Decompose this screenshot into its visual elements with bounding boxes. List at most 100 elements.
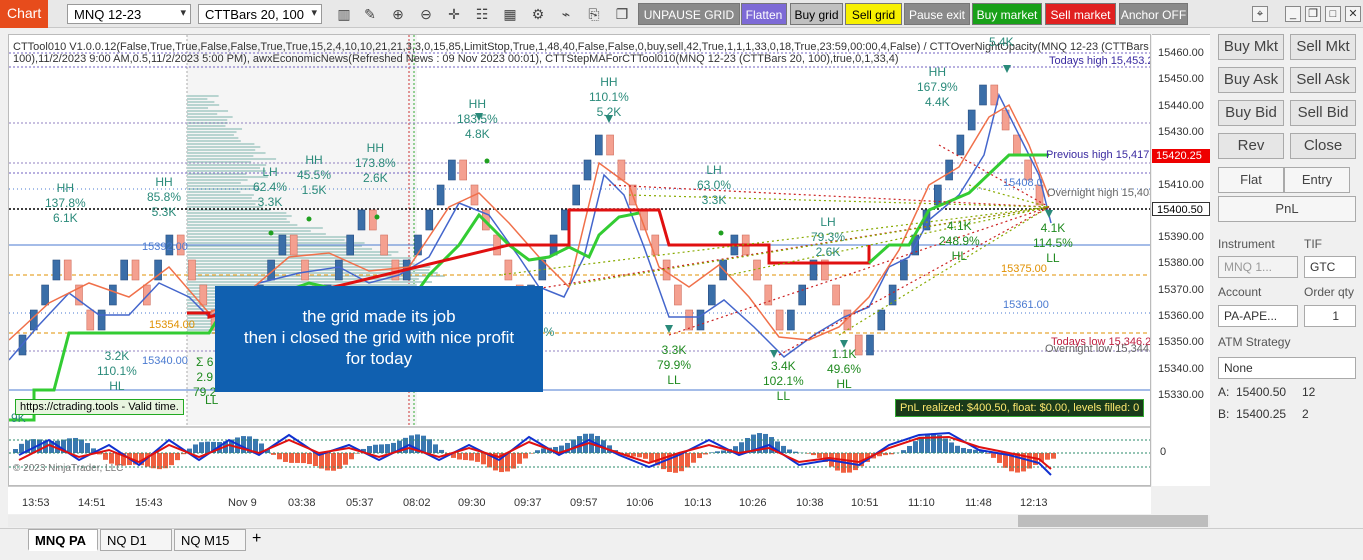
- price-tick: 15440.00: [1158, 100, 1204, 112]
- renko-down-bar: [776, 310, 783, 330]
- flatten-button[interactable]: Flatten: [741, 3, 787, 25]
- tab-nq-d1[interactable]: NQ D1: [100, 529, 172, 551]
- pivot-annotation-line: LH: [697, 163, 731, 178]
- overnight-low-label: Overnight low 15,344.5: [1045, 343, 1151, 355]
- renko-up-bar: [109, 285, 116, 305]
- tab-nq-m15[interactable]: NQ M15: [174, 529, 246, 551]
- pivot-annotation-line: 6.1K: [45, 211, 86, 226]
- renko-up-bar: [98, 310, 105, 330]
- pivot-annotation: 3.4K 102.1% LL: [763, 359, 804, 404]
- properties-icon[interactable]: ☷: [473, 5, 491, 23]
- maximize-icon[interactable]: □: [1325, 6, 1341, 22]
- chart-panel[interactable]: CTTool010 V1.0.0.12(False,True,True,Fals…: [8, 34, 1151, 486]
- close-icon[interactable]: ✕: [1345, 6, 1361, 22]
- level-15408-label: 15408.0: [1003, 177, 1043, 189]
- ctrading-link[interactable]: https://ctrading.tools - Valid time.: [15, 399, 184, 415]
- buy-grid-button[interactable]: Buy grid: [790, 3, 843, 25]
- buy-mkt-button[interactable]: Buy Mkt: [1218, 34, 1284, 60]
- pivot-annotation-line: LH: [253, 165, 287, 180]
- volume-profile-bar: [187, 137, 238, 139]
- position-entry: Entry: [1284, 167, 1350, 193]
- buy-bid-button[interactable]: Buy Bid: [1218, 100, 1284, 126]
- ask-label: A:: [1218, 385, 1229, 399]
- bars-type-selector[interactable]: CTTBars 20, 100 ▾: [198, 4, 322, 24]
- restore-icon[interactable]: ❐: [1305, 6, 1321, 22]
- sell-bid-button[interactable]: Sell Bid: [1290, 100, 1356, 126]
- scrollbar-thumb[interactable]: [1018, 515, 1208, 527]
- volume-profile-bar: [187, 143, 254, 145]
- pivot-annotation: HH 167.9% 4.4K: [917, 65, 958, 110]
- anchor-off-button[interactable]: Anchor OFF: [1119, 3, 1188, 25]
- volume-profile-bar: [187, 179, 248, 181]
- pivot-annotation: HH 45.5% 1.5K: [297, 153, 331, 198]
- price-tick: 15450.00: [1158, 73, 1204, 85]
- account-select[interactable]: PA-APE...: [1218, 305, 1298, 327]
- instrument-field[interactable]: MNQ 1...: [1218, 256, 1298, 278]
- pivot-annotation-line: 3.3K: [253, 195, 287, 210]
- pivot-arrow-icon: [770, 350, 778, 358]
- buy-ask-button[interactable]: Buy Ask: [1218, 67, 1284, 93]
- sell-grid-button[interactable]: Sell grid: [845, 3, 902, 25]
- volume-profile-bar: [187, 263, 415, 265]
- renko-up-bar: [437, 185, 444, 205]
- sell-ask-button[interactable]: Sell Ask: [1290, 67, 1356, 93]
- crosshair-icon[interactable]: ✛: [445, 5, 463, 23]
- pencil-icon[interactable]: ✎: [361, 5, 379, 23]
- renko-down-bar: [369, 210, 376, 230]
- reverse-button[interactable]: Rev: [1218, 133, 1284, 159]
- position-flat: Flat: [1218, 167, 1284, 193]
- pivot-annotation-line: 1.1K: [827, 347, 861, 362]
- bars-icon[interactable]: ▥: [335, 5, 353, 23]
- osc-positive-bar: [967, 449, 972, 453]
- grid-icon[interactable]: ▦: [501, 5, 519, 23]
- data-box-icon[interactable]: ⌁: [557, 5, 575, 23]
- volume-profile-bar: [187, 194, 254, 196]
- osc-positive-bar: [373, 445, 378, 453]
- sell-market-button[interactable]: Sell market: [1045, 3, 1116, 25]
- horizontal-scrollbar[interactable]: [8, 515, 1210, 527]
- volume-profile-bar: [187, 233, 326, 235]
- renko-up-bar: [426, 210, 433, 230]
- pivot-annotation-line: HH: [457, 97, 498, 112]
- pivot-annotation: LH 62.4% 3.3K: [253, 165, 287, 210]
- pivot-annotation: LH 63.0% 3.3K: [697, 163, 731, 208]
- zoom-out-icon[interactable]: ⊖: [417, 5, 435, 23]
- share-icon[interactable]: ⎘: [585, 5, 603, 23]
- minimize-icon[interactable]: _: [1285, 6, 1301, 22]
- pivot-dot: [719, 231, 724, 236]
- osc-positive-bar: [385, 444, 390, 453]
- copy-icon[interactable]: ❐: [613, 5, 631, 23]
- pause-exit-button[interactable]: Pause exit: [904, 3, 970, 25]
- pin-icon[interactable]: ⌖: [1252, 6, 1268, 22]
- osc-positive-bar: [787, 449, 792, 453]
- close-position-button[interactable]: Close: [1290, 133, 1356, 159]
- renko-down-bar: [460, 160, 467, 180]
- time-axis[interactable]: 13:53 14:51 15:43 Nov 9 03:38 05:37 08:02 09:30…: [8, 486, 1151, 514]
- pivot-annotation-line: 137.8%: [45, 196, 86, 211]
- price-scale[interactable]: 15460.0015450.0015440.0015430.0015420.00…: [1152, 34, 1210, 486]
- tif-select[interactable]: GTC: [1304, 256, 1356, 278]
- unpause-grid-button[interactable]: UNPAUSE GRID: [638, 3, 740, 25]
- time-tick: 14:51: [78, 497, 106, 509]
- copyright-label: © 2023 NinjaTrader, LLC: [13, 463, 123, 474]
- zoom-in-icon[interactable]: ⊕: [389, 5, 407, 23]
- pivot-annotation-line: 85.8%: [147, 190, 181, 205]
- add-tab-button[interactable]: +: [250, 529, 270, 551]
- strategies-icon[interactable]: ⚙: [529, 5, 547, 23]
- instrument-selector[interactable]: MNQ 12-23 ▾: [67, 4, 191, 24]
- osc-negative-bar: [301, 453, 306, 463]
- level-15340-label: 15340.00: [142, 355, 188, 367]
- pivot-annotation-line: LL: [1033, 251, 1073, 266]
- volume-profile-bar: [187, 239, 345, 241]
- tab-mnq-pa[interactable]: MNQ PA: [28, 529, 98, 551]
- chart-window-tab[interactable]: Chart: [0, 0, 48, 28]
- renko-up-bar: [347, 235, 354, 255]
- sell-mkt-button[interactable]: Sell Mkt: [1290, 34, 1356, 60]
- buy-market-button[interactable]: Buy market: [972, 3, 1042, 25]
- atm-strategy-select[interactable]: None: [1218, 357, 1356, 379]
- renko-up-bar: [889, 285, 896, 305]
- osc-negative-bar: [1051, 453, 1056, 459]
- renko-down-bar: [686, 310, 693, 330]
- volume-profile-bar: [187, 116, 233, 118]
- order-qty-stepper[interactable]: 1: [1304, 305, 1356, 327]
